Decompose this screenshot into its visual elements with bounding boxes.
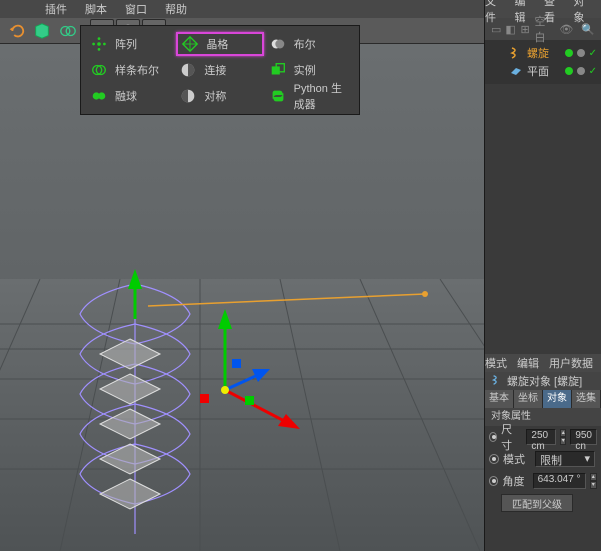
attr-header: 螺旋对象 [螺旋] bbox=[485, 372, 601, 390]
popup-label: 实例 bbox=[294, 62, 316, 78]
angle-input[interactable]: 643.047 ° bbox=[533, 473, 586, 489]
dropdown-value: 限制 bbox=[540, 452, 562, 466]
popup-label: 样条布尔 bbox=[115, 62, 159, 78]
visibility-dot[interactable] bbox=[565, 49, 573, 57]
layer-icon[interactable]: ◧ bbox=[505, 23, 515, 36]
tab-userdata[interactable]: 用户数据 bbox=[549, 355, 593, 371]
popup-label: 阵列 bbox=[115, 36, 137, 52]
lattice-icon bbox=[180, 34, 200, 54]
symmetry-icon bbox=[178, 86, 198, 106]
check-icon[interactable]: ✓ bbox=[589, 48, 597, 59]
attr-label: 尺寸 bbox=[501, 421, 522, 453]
generator-popup: 阵列 晶格 布尔 样条布尔 连接 实例 融球 对称 Python 生成器 bbox=[80, 25, 360, 115]
helix-indicator bbox=[148, 294, 425, 306]
tree-item-label: 螺旋 bbox=[527, 45, 549, 61]
attr-panel-tabs: 模式 编辑 用户数据 bbox=[485, 354, 601, 372]
popup-label: 融球 bbox=[115, 88, 137, 104]
y-arrow-icon bbox=[128, 269, 142, 319]
size-input-1[interactable]: 250 cm bbox=[526, 429, 556, 445]
search-icon[interactable]: 🔍 bbox=[581, 23, 595, 36]
tab-coord[interactable]: 坐标 bbox=[514, 390, 543, 408]
popup-item-connect[interactable]: 连接 bbox=[176, 58, 263, 82]
attr-sub-tabs: 基本 坐标 对象 选集 bbox=[485, 390, 601, 408]
attr-header-label: 螺旋对象 [螺旋] bbox=[507, 373, 582, 389]
popup-label: 晶格 bbox=[206, 36, 228, 52]
collapse-icon[interactable]: ▭ bbox=[491, 23, 501, 36]
tab-mode[interactable]: 模式 bbox=[485, 355, 507, 371]
null-icon: ⊞ bbox=[520, 23, 531, 36]
viewport-3d[interactable] bbox=[0, 44, 484, 551]
attr-row-angle: 角度 643.047 ° ▴▾ bbox=[485, 470, 601, 492]
spline-mask-icon bbox=[89, 60, 109, 80]
object-tree[interactable]: 螺旋 ✓ 平面 ✓ bbox=[485, 40, 601, 84]
eye-icon[interactable]: 👁 bbox=[559, 23, 573, 36]
boole-icon bbox=[268, 34, 288, 54]
popup-label: 布尔 bbox=[294, 36, 316, 52]
helix-icon bbox=[491, 374, 503, 389]
fit-to-parent-button[interactable]: 匹配到父级 bbox=[501, 494, 573, 512]
plane-icon bbox=[509, 64, 523, 78]
popup-label: 连接 bbox=[204, 62, 226, 78]
popup-item-metaball[interactable]: 融球 bbox=[87, 84, 174, 108]
popup-item-instance[interactable]: 实例 bbox=[266, 58, 353, 82]
popup-item-spline-mask[interactable]: 样条布尔 bbox=[87, 58, 174, 82]
attr-row-fit: 匹配到父级 bbox=[485, 492, 601, 514]
check-icon[interactable]: ✓ bbox=[589, 66, 597, 77]
popup-item-lattice[interactable]: 晶格 bbox=[176, 32, 263, 56]
scene-overlay bbox=[0, 44, 484, 551]
tab-file[interactable]: 文件 bbox=[485, 0, 503, 25]
tree-root[interactable]: 空白 bbox=[535, 13, 552, 45]
metaball-icon bbox=[89, 86, 109, 106]
render-dot[interactable] bbox=[577, 67, 585, 75]
tool-cube-icon[interactable] bbox=[30, 19, 54, 43]
attr-label: 模式 bbox=[503, 451, 531, 467]
popup-label: Python 生成器 bbox=[294, 80, 351, 112]
radio-icon[interactable] bbox=[489, 432, 497, 442]
array-icon bbox=[89, 34, 109, 54]
radio-icon[interactable] bbox=[489, 454, 499, 464]
helix-icon bbox=[509, 46, 523, 60]
tool-generator-icon[interactable] bbox=[56, 19, 80, 43]
selected-plane bbox=[100, 339, 160, 509]
attr-row-mode: 模式 限制 ▾ bbox=[485, 448, 601, 470]
tab-edit2[interactable]: 编辑 bbox=[517, 355, 539, 371]
popup-label: 对称 bbox=[204, 88, 226, 104]
radio-icon[interactable] bbox=[489, 476, 498, 486]
spinner[interactable]: ▴▾ bbox=[560, 429, 566, 445]
tree-item-plane[interactable]: 平面 ✓ bbox=[489, 62, 597, 80]
menu-item[interactable]: 脚本 bbox=[85, 1, 107, 17]
tab-selection[interactable]: 选集 bbox=[572, 390, 601, 408]
menu-item[interactable]: 帮助 bbox=[165, 1, 187, 17]
tree-item-label: 平面 bbox=[527, 63, 549, 79]
python-icon bbox=[268, 86, 288, 106]
tab-basic[interactable]: 基本 bbox=[485, 390, 514, 408]
instance-icon bbox=[268, 60, 288, 80]
right-panel: 文件 编辑 查看 对象 ▭ ◧ ⊞ 空白 👁 🔍 螺旋 ✓ 平面 ✓ 模式 编辑… bbox=[484, 0, 601, 551]
tree-item-helix[interactable]: 螺旋 ✓ bbox=[489, 44, 597, 62]
move-gizmo bbox=[200, 309, 300, 429]
visibility-dot[interactable] bbox=[565, 67, 573, 75]
attr-row-size: 尺寸 250 cm ▴▾ 950 cn bbox=[485, 426, 601, 448]
connect-icon bbox=[178, 60, 198, 80]
popup-item-boole[interactable]: 布尔 bbox=[266, 32, 353, 56]
panel-spacer bbox=[485, 84, 601, 354]
attr-label: 角度 bbox=[502, 473, 528, 489]
tool-undo-icon[interactable] bbox=[4, 19, 28, 43]
menu-item[interactable]: 插件 bbox=[45, 1, 67, 17]
render-dot[interactable] bbox=[577, 49, 585, 57]
popup-item-symmetry[interactable]: 对称 bbox=[176, 84, 263, 108]
tab-object[interactable]: 对象 bbox=[543, 390, 572, 408]
size-input-2[interactable]: 950 cn bbox=[570, 429, 597, 445]
spinner[interactable]: ▴▾ bbox=[590, 473, 597, 489]
tab-objects[interactable]: 对象 bbox=[574, 0, 592, 25]
menu-item[interactable]: 窗口 bbox=[125, 1, 147, 17]
mode-dropdown[interactable]: 限制 ▾ bbox=[535, 451, 595, 467]
tab-edit[interactable]: 编辑 bbox=[515, 0, 533, 25]
popup-item-python[interactable]: Python 生成器 bbox=[266, 84, 353, 108]
chevron-down-icon: ▾ bbox=[584, 452, 590, 466]
popup-item-array[interactable]: 阵列 bbox=[87, 32, 174, 56]
